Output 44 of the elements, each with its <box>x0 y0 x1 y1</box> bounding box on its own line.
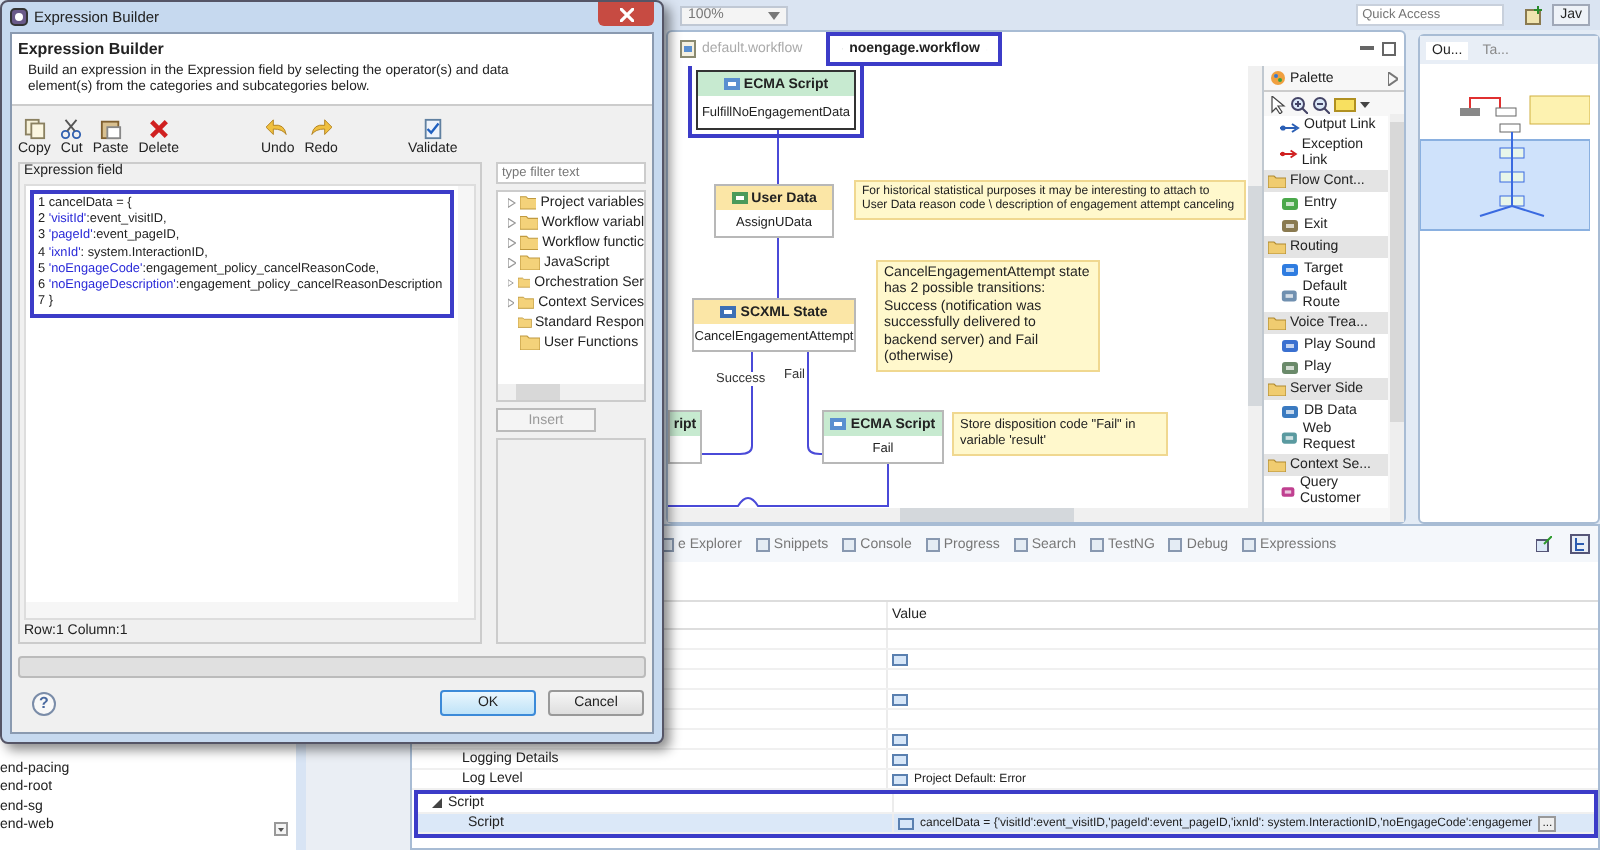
open-perspective-icon[interactable] <box>1524 5 1545 25</box>
tree-view-icon[interactable] <box>1570 534 1590 554</box>
scrollbar[interactable] <box>458 186 474 602</box>
maximize-icon[interactable] <box>1382 42 1396 56</box>
scrollbar[interactable] <box>668 508 1248 522</box>
dialog-heading: Expression Builder <box>18 40 166 58</box>
undo-icon <box>266 118 289 140</box>
cut-icon <box>60 118 83 140</box>
property-icon <box>892 653 908 665</box>
expanded-icon[interactable] <box>432 798 442 808</box>
tool-icon <box>1280 484 1296 501</box>
app-icon <box>10 8 28 26</box>
caret-icon[interactable] <box>1360 101 1370 107</box>
minimize-icon[interactable] <box>1360 42 1374 56</box>
collapse-icon[interactable] <box>1388 71 1398 85</box>
paste-icon <box>99 118 122 140</box>
connector-line <box>777 237 779 299</box>
scrollbar[interactable] <box>26 602 474 618</box>
redo-icon <box>310 118 333 140</box>
zoom-in-icon[interactable] <box>1290 95 1308 113</box>
scrollbar[interactable] <box>498 384 644 400</box>
node-icon <box>720 304 737 320</box>
scrollbar[interactable] <box>1248 66 1262 522</box>
validate-icon <box>421 118 444 140</box>
property-icon <box>898 817 914 829</box>
node-icon <box>723 76 740 92</box>
node-icon <box>731 190 748 206</box>
copy-icon <box>23 118 46 140</box>
scrollbar[interactable] <box>1390 114 1404 522</box>
arrow-icon <box>1280 119 1300 135</box>
dropdown-icon <box>768 11 780 19</box>
node-icon <box>830 416 847 432</box>
pointer-icon[interactable] <box>1270 95 1286 113</box>
connector-line <box>777 129 779 185</box>
close-button[interactable] <box>598 2 654 26</box>
help-button[interactable]: ? <box>32 691 56 715</box>
close-icon <box>619 7 633 21</box>
delete-icon <box>147 118 170 140</box>
scroll-down-icon[interactable] <box>274 822 288 836</box>
zoom-out-icon[interactable] <box>1312 95 1330 113</box>
pin-icon[interactable] <box>1536 536 1552 552</box>
palette-icon <box>1270 70 1286 86</box>
arrow-icon <box>1280 146 1298 163</box>
property-icon <box>892 693 908 705</box>
